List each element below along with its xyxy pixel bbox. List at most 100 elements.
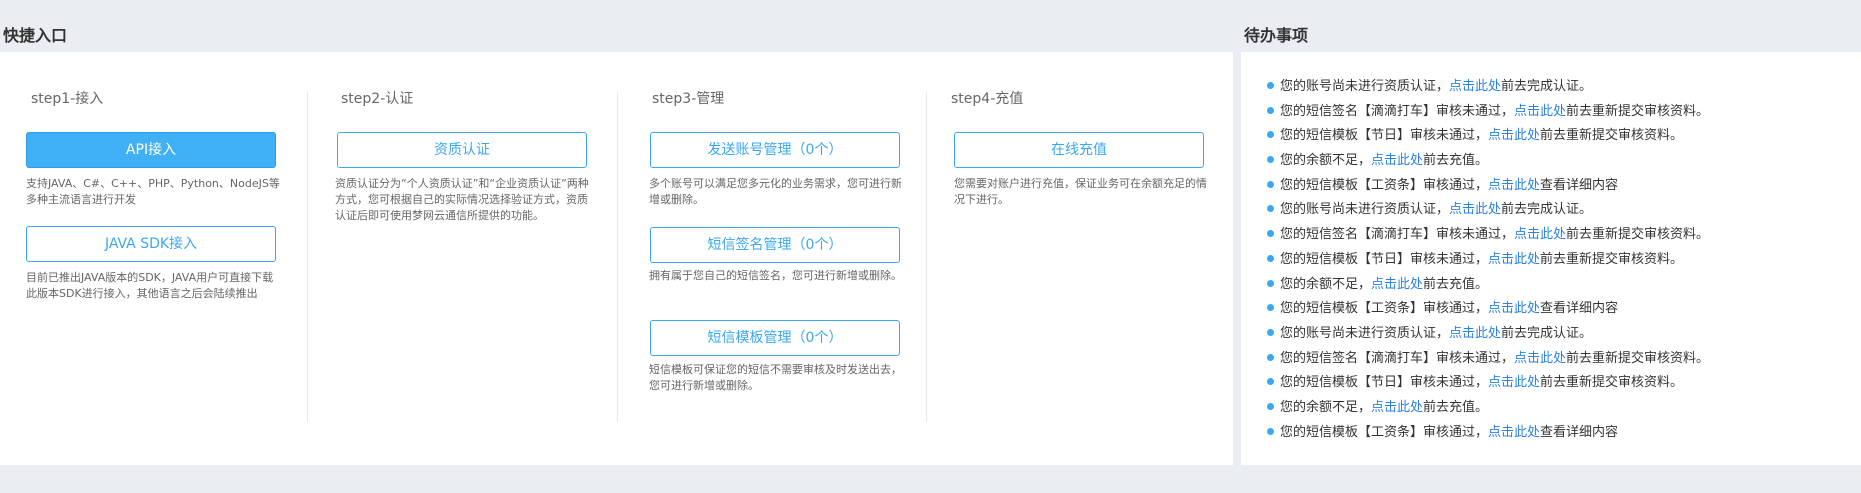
column-divider xyxy=(617,92,618,422)
todo-action-link[interactable]: 点击此处 xyxy=(1371,277,1423,292)
todo-action-link[interactable]: 点击此处 xyxy=(1488,252,1540,267)
todo-action-link[interactable]: 点击此处 xyxy=(1514,351,1566,366)
todo-list: 您的账号尚未进行资质认证，点击此处前去完成认证。 您的短信签名【滴滴打车】审核未通… xyxy=(1267,75,1709,445)
todo-text: 您的短信签名【滴滴打车】审核未通过， xyxy=(1280,227,1515,243)
todo-text-suffix: 前去重新提交审核资料。 xyxy=(1566,227,1710,243)
todo-item: 您的短信模板【节日】审核未通过，点击此处前去重新提交审核资料。 xyxy=(1267,371,1709,396)
bullet-icon xyxy=(1267,254,1274,262)
todo-action-link[interactable]: 点击此处 xyxy=(1371,153,1423,168)
todo-action-link[interactable]: 点击此处 xyxy=(1449,79,1501,94)
todo-item: 您的短信签名【滴滴打车】审核未通过，点击此处前去重新提交审核资料。 xyxy=(1267,223,1709,248)
todo-text: 您的余额不足， xyxy=(1280,276,1372,292)
todo-item: 您的短信签名【滴滴打车】审核未通过，点击此处前去重新提交审核资料。 xyxy=(1267,347,1709,372)
column-divider xyxy=(307,92,308,422)
todo-text-suffix: 查看详细内容 xyxy=(1540,424,1619,440)
java-sdk-button[interactable]: JAVA SDK接入 xyxy=(26,226,276,262)
todo-item: 您的余额不足，点击此处前去充值。 xyxy=(1267,396,1709,421)
bullet-icon xyxy=(1267,353,1274,361)
todo-item: 您的余额不足，点击此处前去充值。 xyxy=(1267,273,1709,298)
step4-label: step4-充值 xyxy=(951,91,1024,107)
bullet-icon xyxy=(1267,180,1274,188)
todo-text-suffix: 前去充值。 xyxy=(1423,399,1489,415)
todo-text: 您的短信模板【工资条】审核通过， xyxy=(1280,424,1489,440)
todo-text-suffix: 查看详细内容 xyxy=(1540,177,1619,193)
todo-text: 您的短信模板【工资条】审核通过， xyxy=(1280,301,1489,317)
todo-text-suffix: 前去重新提交审核资料。 xyxy=(1540,251,1684,267)
sms-signature-desc: 拥有属于您自己的短信签名，您可进行新增或删除。 xyxy=(649,269,902,282)
todo-item: 您的短信模板【节日】审核未通过，点击此处前去重新提交审核资料。 xyxy=(1267,124,1709,149)
todo-text: 您的余额不足， xyxy=(1280,399,1372,415)
todo-text: 您的账号尚未进行资质认证， xyxy=(1280,202,1450,218)
bullet-icon xyxy=(1267,279,1274,287)
qualification-button[interactable]: 资质认证 xyxy=(337,132,587,168)
todo-action-link[interactable]: 点击此处 xyxy=(1488,178,1540,193)
api-access-desc: 支持JAVA、C#、C++、PHP、Python、NodeJS等多种主流语言进行… xyxy=(26,177,280,206)
column-divider xyxy=(926,92,927,422)
todo-panel: 您的账号尚未进行资质认证，点击此处前去完成认证。 您的短信签名【滴滴打车】审核未通… xyxy=(1241,52,1861,465)
todo-item: 您的短信模板【节日】审核未通过，点击此处前去重新提交审核资料。 xyxy=(1267,248,1709,273)
todo-text-suffix: 前去完成认证。 xyxy=(1501,202,1593,218)
todo-text: 您的短信签名【滴滴打车】审核未通过， xyxy=(1280,350,1515,366)
todo-text: 您的短信模板【工资条】审核通过， xyxy=(1280,177,1489,193)
online-recharge-desc: 您需要对账户进行充值，保证业务可在余额充足的情况下进行。 xyxy=(954,177,1207,206)
todo-action-link[interactable]: 点击此处 xyxy=(1488,375,1540,390)
todo-text: 您的短信模板【节日】审核未通过， xyxy=(1280,251,1489,267)
bullet-icon xyxy=(1267,304,1274,312)
bullet-icon xyxy=(1267,106,1274,114)
bullet-icon xyxy=(1267,156,1274,164)
step3-label: step3-管理 xyxy=(652,91,725,107)
sms-template-button[interactable]: 短信模板管理（0个） xyxy=(650,320,900,356)
todo-item: 您的短信模板【工资条】审核通过，点击此处查看详细内容 xyxy=(1267,297,1709,322)
bullet-icon xyxy=(1267,82,1274,89)
bullet-icon xyxy=(1267,205,1274,213)
todo-text: 您的短信签名【滴滴打车】审核未通过， xyxy=(1280,103,1515,119)
todo-text-suffix: 前去充值。 xyxy=(1423,276,1489,292)
todo-text: 您的短信模板【节日】审核未通过， xyxy=(1280,375,1489,391)
todo-text-suffix: 查看详细内容 xyxy=(1540,301,1619,317)
step2-label: step2-认证 xyxy=(341,91,414,107)
send-account-desc: 多个账号可以满足您多元化的业务需求，您可进行新增或删除。 xyxy=(649,177,902,206)
quick-entry-panel: step1-接入 API接入 支持JAVA、C#、C++、PHP、Python、… xyxy=(0,52,1233,465)
java-sdk-desc: 目前已推出JAVA版本的SDK，JAVA用户可直接下载此版本SDK进行接入，其他… xyxy=(26,271,274,300)
online-recharge-button[interactable]: 在线充值 xyxy=(954,132,1204,168)
todo-action-link[interactable]: 点击此处 xyxy=(1514,104,1566,119)
todo-action-link[interactable]: 点击此处 xyxy=(1488,301,1540,316)
qualification-desc: 资质认证分为“个人资质认证”和“企业资质认证”两种方式，您可根据自己的实际情况选… xyxy=(335,177,589,222)
bullet-icon xyxy=(1267,131,1274,139)
bullet-icon xyxy=(1267,402,1274,410)
todo-item: 您的账号尚未进行资质认证，点击此处前去完成认证。 xyxy=(1267,198,1709,223)
todo-text-suffix: 前去完成认证。 xyxy=(1501,325,1593,341)
bullet-icon xyxy=(1267,427,1274,435)
bullet-icon xyxy=(1267,378,1274,386)
todo-text: 您的账号尚未进行资质认证， xyxy=(1280,325,1450,341)
todo-text-suffix: 前去完成认证。 xyxy=(1501,79,1593,94)
todo-item: 您的账号尚未进行资质认证，点击此处前去完成认证。 xyxy=(1267,322,1709,347)
todo-action-link[interactable]: 点击此处 xyxy=(1488,128,1540,143)
todo-action-link[interactable]: 点击此处 xyxy=(1449,326,1501,341)
bullet-icon xyxy=(1267,230,1274,238)
todo-text-suffix: 前去重新提交审核资料。 xyxy=(1566,350,1710,366)
todo-text: 您的账号尚未进行资质认证， xyxy=(1280,79,1450,94)
todo-text: 您的短信模板【节日】审核未通过， xyxy=(1280,128,1489,144)
todo-text-suffix: 前去重新提交审核资料。 xyxy=(1540,128,1684,144)
todo-action-link[interactable]: 点击此处 xyxy=(1514,227,1566,242)
sms-signature-button[interactable]: 短信签名管理（0个） xyxy=(650,227,900,263)
todo-text: 您的余额不足， xyxy=(1280,153,1372,169)
send-account-button[interactable]: 发送账号管理（0个） xyxy=(650,132,900,168)
todo-item: 您的余额不足，点击此处前去充值。 xyxy=(1267,149,1709,174)
todo-item: 您的短信签名【滴滴打车】审核未通过，点击此处前去重新提交审核资料。 xyxy=(1267,100,1709,125)
todo-action-link[interactable]: 点击此处 xyxy=(1449,202,1501,217)
sms-template-desc: 短信模板可保证您的短信不需要审核及时发送出去，您可进行新增或删除。 xyxy=(649,363,902,392)
bullet-icon xyxy=(1267,328,1274,336)
todo-text-suffix: 前去重新提交审核资料。 xyxy=(1566,103,1710,119)
todo-title: 待办事项 xyxy=(1244,26,1309,45)
quick-entry-title: 快捷入口 xyxy=(3,26,68,45)
todo-text-suffix: 前去充值。 xyxy=(1423,153,1489,169)
todo-item: 您的短信模板【工资条】审核通过，点击此处查看详细内容 xyxy=(1267,421,1709,446)
todo-action-link[interactable]: 点击此处 xyxy=(1371,400,1423,415)
todo-item: 您的账号尚未进行资质认证，点击此处前去完成认证。 xyxy=(1267,75,1709,100)
todo-action-link[interactable]: 点击此处 xyxy=(1488,425,1540,440)
todo-text-suffix: 前去重新提交审核资料。 xyxy=(1540,375,1684,391)
api-access-button[interactable]: API接入 xyxy=(26,132,276,168)
todo-item: 您的短信模板【工资条】审核通过，点击此处查看详细内容 xyxy=(1267,174,1709,199)
